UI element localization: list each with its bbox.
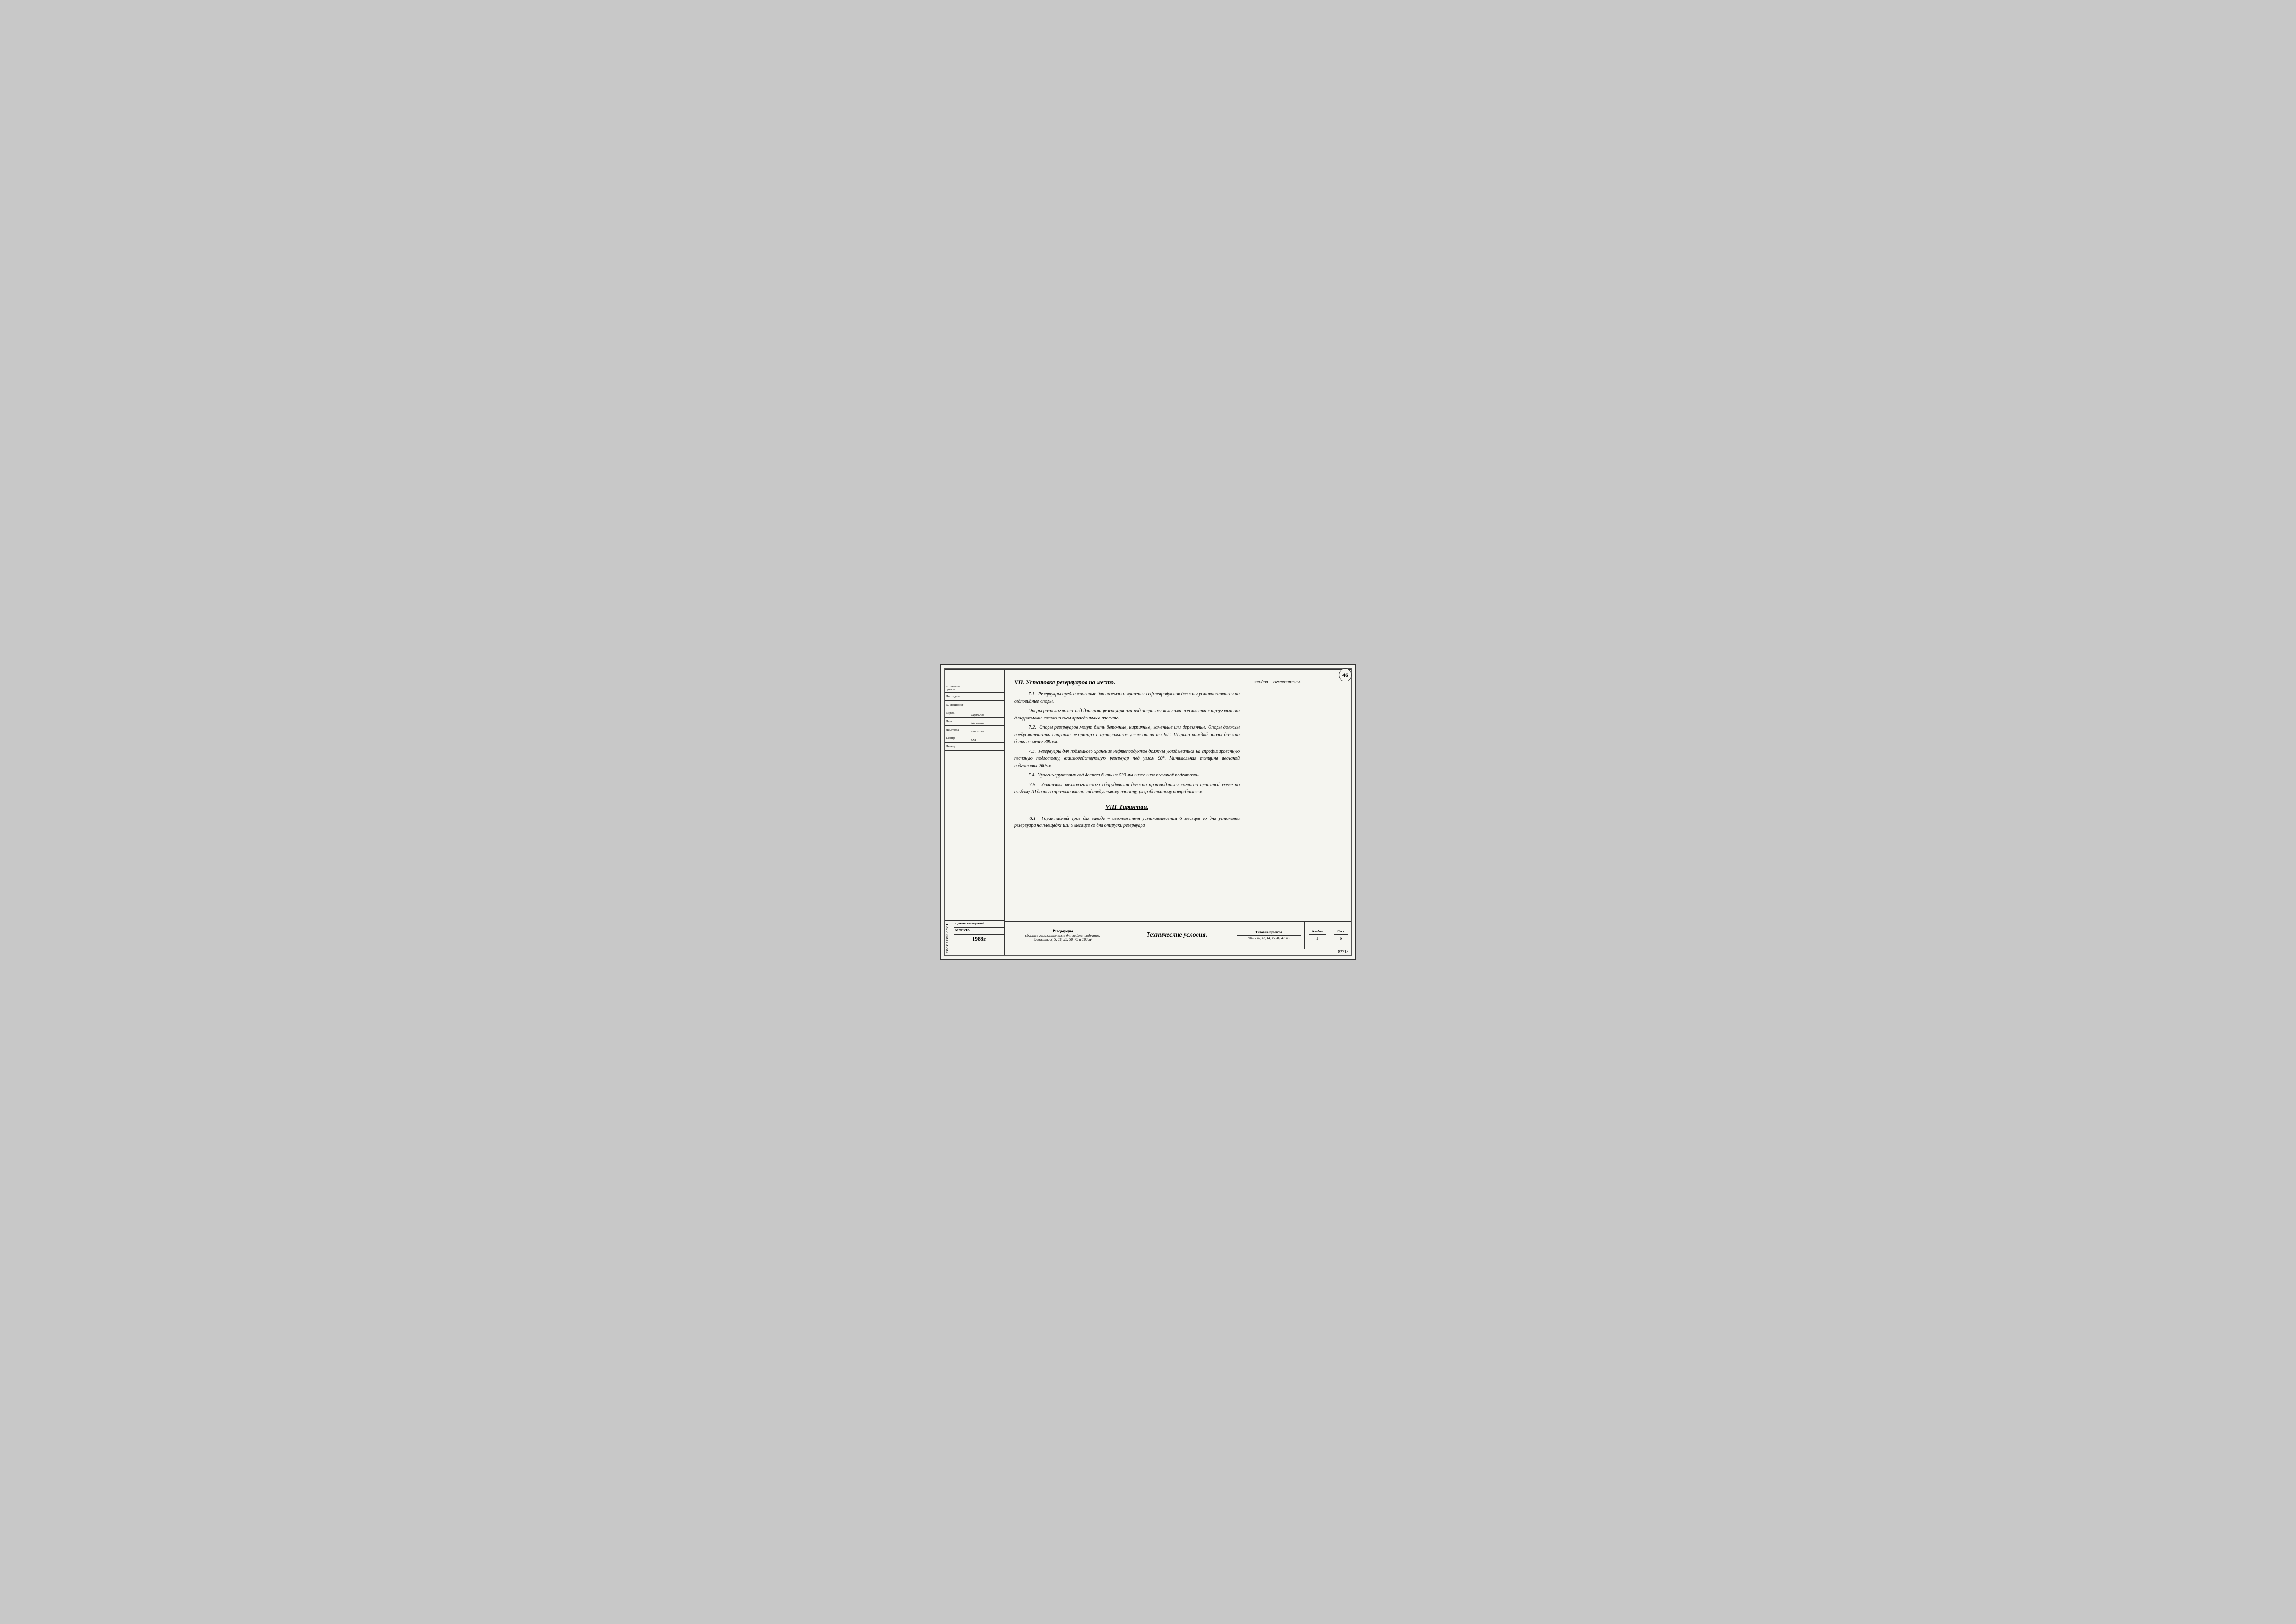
sig-label-gip: Гл. инженер проекта [945, 684, 970, 692]
btb-album-label: Альбом [1309, 930, 1326, 935]
sig-row-nach: Нач. отдела [945, 693, 1004, 701]
sig-row-nach2: Нач.отдела Ива Иорин [945, 726, 1004, 734]
sig-label-prov: Пров. [945, 718, 970, 725]
sig-name-nach2: Ива Иорин [970, 726, 1004, 734]
btb-right-label: Типовые проекты [1237, 931, 1301, 936]
btb-center-title: Технические условия. [1125, 931, 1229, 939]
sig-label-tkont: Т.контр. [945, 734, 970, 742]
content-upper: VII. Установка резервуаров на место. 7.1… [1005, 670, 1351, 921]
btb-right-value: 704-1- 42, 43, 44, 45, 46, 47, 48. [1237, 936, 1301, 940]
p7-4-text: Уровень грунтовых вод должен быть на 500… [1038, 773, 1200, 778]
p7-1-label: 7.1. [1029, 692, 1036, 697]
right-panel-text: заводом – изготовителем. [1254, 680, 1347, 684]
p7-1b: Опоры располагаются под днищами резервуа… [1014, 707, 1240, 722]
year-value: 1988г. [972, 936, 986, 942]
sig-label-nkont: Н.контр. [945, 743, 970, 750]
p8-1-label: 8.1. [1029, 816, 1036, 821]
p7-5-text: Установка технологического оборудования … [1014, 782, 1240, 795]
city-name: МОСКВА [955, 929, 970, 932]
left-sidebar: Гл. инженер проекта Нач. отдела Гл. спец… [945, 670, 1005, 955]
btb-album-value: I [1309, 935, 1326, 941]
gosstroi-label: ГОССТРОЙ СССР [945, 921, 954, 955]
page-number-box: 46 [1339, 668, 1352, 681]
sig-row-razrab: Разраб. Мартынов [945, 709, 1004, 718]
sig-name-tkont: Ona [970, 734, 1004, 742]
p7-3: 7.3. Резервуары для подземного хранения … [1014, 748, 1240, 770]
p7-1-text: Резервуары предназначенные для наземного… [1014, 692, 1240, 704]
sig-row-tkont: Т.контр. Ona [945, 734, 1004, 743]
p8-1: 8.1. Гарантийный срок для завода – изгот… [1014, 815, 1240, 830]
sig-name-gip [970, 684, 1004, 692]
p7-5: 7.5. Установка технологического оборудов… [1014, 781, 1240, 796]
btb-list-value: 6 [1334, 935, 1348, 941]
sig-label-nach2: Нач.отдела [945, 726, 970, 734]
sig-name-nach [970, 693, 1004, 700]
page-number: 46 [1342, 672, 1348, 679]
p7-3-text: Резервуары для подземного хранения нефте… [1014, 749, 1240, 768]
btb-album-section: Альбом I [1305, 922, 1330, 949]
sig-name-razrab: Мартынов [970, 709, 1004, 717]
p7-1b-text: Опоры располагаются под днищами резервуа… [1014, 708, 1240, 721]
year-block: 1988г. [954, 934, 1004, 943]
gosstroi-block: ГОССТРОЙ СССР ЦНИИПРОМЗДАНИЙ МОСКВА 1988… [945, 920, 1004, 955]
p7-5-label: 7.5. [1029, 782, 1036, 787]
main-content: VII. Установка резервуаров на место. 7.1… [1005, 670, 1351, 955]
btb-list-label: Лист [1334, 930, 1348, 935]
sig-row-nkont: Н.контр. [945, 743, 1004, 751]
btb-list-section: Лист 6 [1330, 922, 1351, 949]
p7-3-label: 7.3. [1029, 749, 1036, 754]
p7-2-label: 7.2. [1029, 725, 1036, 730]
sig-name-spec [970, 701, 1004, 709]
page-code-value: 82718 [1338, 949, 1349, 954]
sig-label-nach: Нач. отдела [945, 693, 970, 700]
document-page: 46 Гл. инженер проекта Нач. отдела [940, 664, 1356, 960]
right-panel: заводом – изготовителем. [1249, 670, 1351, 921]
main-layout: Гл. инженер проекта Нач. отдела Гл. спец… [945, 670, 1351, 955]
org-line: ЦНИИПРОМЗДАНИЙ [954, 921, 1004, 928]
btb-right-section: Типовые проекты 704-1- 42, 43, 44, 45, 4… [1233, 922, 1305, 949]
sidebar-top-spacer [945, 670, 1004, 684]
signatures-area: Гл. инженер проекта Нач. отдела Гл. спец… [945, 684, 1004, 920]
p7-4: 7.4. Уровень грунтовых вод должен быть н… [1014, 772, 1240, 779]
sig-name-nkont [970, 743, 1004, 750]
sig-label-razrab: Разраб. [945, 709, 970, 717]
sig-label-spec: Гл. специалист [945, 701, 970, 709]
p8-1-text: Гарантийный срок для завода – изготовите… [1014, 816, 1240, 829]
sig-row-prov: Пров. Мартынов [945, 718, 1004, 726]
btb-title-section: Резервуары сборные горизонтальные для не… [1005, 922, 1121, 949]
p7-4-label: 7.4. [1029, 773, 1036, 778]
section8-title: VIII. Гарантии. [1014, 802, 1240, 812]
btb-title-line1: Резервуары [1011, 929, 1115, 933]
btb-title-line2: сборные горизонтальные для нефтепродукто… [1011, 933, 1115, 937]
p7-2-text: Опоры резервуаров могут быть бетонные, к… [1014, 725, 1240, 744]
city-line: МОСКВА [954, 928, 1004, 934]
sig-name-prov: Мартынов [970, 718, 1004, 725]
p7-1: 7.1. Резервуары предназначенные для назе… [1014, 691, 1240, 705]
sig-row-spec: Гл. специалист [945, 701, 1004, 709]
text-area: VII. Установка резервуаров на место. 7.1… [1005, 670, 1249, 921]
org-name: ЦНИИПРОМЗДАНИЙ [955, 923, 985, 925]
page-inner-border: Гл. инженер проекта Нач. отдела Гл. спец… [944, 668, 1352, 956]
gosstroi-inner: ЦНИИПРОМЗДАНИЙ МОСКВА 1988г. [954, 921, 1004, 955]
btb-center-section: Технические условия. [1121, 922, 1234, 949]
bottom-title-block: Резервуары сборные горизонтальные для не… [1005, 921, 1351, 949]
section7-title: VII. Установка резервуаров на место. [1014, 678, 1240, 687]
btb-title-line3: ёмкостью 3, 5, 10, 25, 50, 75 и 100 м³ [1011, 937, 1115, 942]
bottom-page-code: 82718 [1005, 949, 1351, 955]
sig-row-gip: Гл. инженер проекта [945, 684, 1004, 693]
p7-2: 7.2. Опоры резервуаров могут быть бетонн… [1014, 724, 1240, 746]
